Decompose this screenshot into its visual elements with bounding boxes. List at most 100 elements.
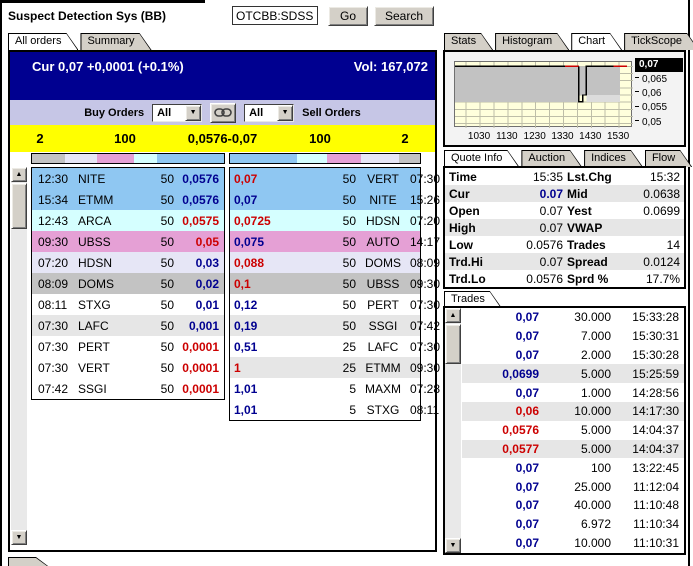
sell-order-row[interactable]: 0,150UBSS09:30 [230,273,420,294]
scrollbar-thumb[interactable] [445,324,461,364]
trade-row[interactable]: 0,0610.00014:17:30 [462,402,684,421]
depth-band-segment-pink [97,154,133,163]
order-size: 50 [130,277,174,291]
buy-order-row[interactable]: 08:09DOMS500,02 [32,273,224,294]
buy-order-row[interactable]: 12:30NITE500,0576 [32,168,224,189]
trade-row[interactable]: 0,0710013:22:45 [462,458,684,477]
tab-label: Quote Info [451,152,502,164]
sell-order-row[interactable]: 125ETMM09:30 [230,357,420,378]
tick-text: 0,05 [642,117,661,128]
tab-quote-info[interactable]: Quote Info [444,150,519,167]
trade-time: 15:30:31 [611,329,679,343]
symbol-input[interactable] [232,6,318,25]
buy-order-row[interactable]: 15:34ETMM500,0576 [32,189,224,210]
buy-order-row[interactable]: 07:20HDSN500,03 [32,252,224,273]
trade-row[interactable]: 0,0730.00015:33:28 [462,308,684,327]
tab-label: TickScope [631,35,682,47]
sell-order-row[interactable]: 1,015STXG08:11 [230,399,420,420]
trade-size: 100 [539,461,611,475]
go-button[interactable]: Go [328,6,368,26]
buy-order-row[interactable]: 07:42SSGI500,0001 [32,378,224,399]
sell-order-row[interactable]: 0,5125LAFC07:30 [230,336,420,357]
quote-label: Yest [563,204,625,218]
order-size: 50 [130,256,174,270]
buy-order-row[interactable]: 07:30LAFC500,001 [32,315,224,336]
trade-row[interactable]: 0,06995.00015:25:59 [462,364,684,383]
tab-summary[interactable]: Summary [80,33,151,50]
link-filters-button[interactable] [210,103,236,123]
tab-flow[interactable]: Flow [645,150,692,167]
trade-time: 11:12:04 [611,480,679,494]
trade-size: 2.000 [539,348,611,362]
order-size: 50 [294,193,356,207]
order-size: 50 [130,235,174,249]
sell-order-row[interactable]: 1,015MAXM07:28 [230,378,420,399]
order-time: 09:30 [410,361,440,375]
tab-chart[interactable]: Chart [571,33,622,50]
order-time: 12:30 [38,172,78,186]
scroll-up-icon[interactable]: ▲ [445,308,461,323]
buy-order-row[interactable]: 07:30VERT500,0001 [32,357,224,378]
sell-order-row[interactable]: 0,1950SSGI07:42 [230,315,420,336]
sell-order-row[interactable]: 0,08850DOMS08:09 [230,252,420,273]
orderbook-tabs: All orders Summary [8,33,152,50]
buy-filter-select[interactable]: All ▼ [152,104,202,122]
tab-histogram[interactable]: Histogram [495,33,569,50]
order-size: 50 [130,361,174,375]
trade-row[interactable]: 0,076.97211:10:34 [462,515,684,534]
trade-row[interactable]: 0,072.00015:30:28 [462,346,684,365]
tab-tickscope[interactable]: TickScope [624,33,693,50]
buy-order-row[interactable]: 12:43ARCA500,0575 [32,210,224,231]
scroll-down-icon[interactable]: ▼ [445,538,461,553]
order-time: 15:34 [38,193,78,207]
quote-value: 14 [625,238,680,252]
sell-order-row[interactable]: 0,1250PERT07:30 [230,294,420,315]
quote-label: Trd.Hi [449,255,499,269]
depth-band-segment-lavender [65,154,98,163]
trade-row[interactable]: 0,077.00015:30:31 [462,327,684,346]
sell-order-row[interactable]: 0,072550HDSN07:20 [230,210,420,231]
dropdown-arrow-icon[interactable]: ▼ [277,105,293,121]
order-size: 50 [294,172,356,186]
current-price-change: Cur 0,07 +0,0001 (+0.1%) [32,59,184,100]
sell-order-row[interactable]: 0,07550AUTO14:17 [230,231,420,252]
tab-all-orders[interactable]: All orders [8,33,78,50]
sell-filter-select[interactable]: All ▼ [244,104,294,122]
tab-indices[interactable]: Indices [584,150,643,167]
scrollbar-thumb[interactable] [11,183,27,229]
tick-text: 0,065 [642,74,667,85]
trade-time: 14:04:37 [611,442,679,456]
orderbook-scrollbar[interactable]: ▲ ▼ [11,167,27,545]
tick-text: 0,055 [642,102,667,113]
trade-row[interactable]: 0,0725.00011:12:04 [462,477,684,496]
dropdown-arrow-icon[interactable]: ▼ [185,105,201,121]
scroll-up-icon[interactable]: ▲ [11,167,27,182]
trade-row[interactable]: 0,05765.00014:04:37 [462,421,684,440]
trade-row[interactable]: 0,071.00014:28:56 [462,383,684,402]
buy-order-row[interactable]: 07:30PERT500,0001 [32,336,224,357]
trade-row[interactable]: 0,05775.00014:04:37 [462,440,684,459]
tick-dash [635,91,639,92]
search-button[interactable]: Search [374,6,434,26]
sell-order-row[interactable]: 0,0750NITE15:26 [230,189,420,210]
market-maker: ETMM [78,193,130,207]
sell-order-row[interactable]: 0,0750VERT07:30 [230,168,420,189]
scroll-down-icon[interactable]: ▼ [11,530,27,545]
trade-price: 0,07 [467,498,539,512]
order-size: 50 [294,214,356,228]
tab-auction[interactable]: Auction [521,150,582,167]
depth-band-segment-gray [399,154,420,163]
bottom-partial-tab[interactable] [8,557,48,566]
order-size: 50 [130,172,174,186]
tab-label: All orders [15,35,61,47]
trades-scrollbar[interactable]: ▲ ▼ [445,308,461,553]
x-axis-tick-label: 1030 [465,131,493,142]
trade-row[interactable]: 0,0740.00011:10:48 [462,496,684,515]
bid-size: 100 [70,131,180,146]
trade-price: 0,07 [467,536,539,550]
tab-stats[interactable]: Stats [444,33,493,50]
buy-order-row[interactable]: 08:11STXG500,01 [32,294,224,315]
market-maker: DOMS [356,256,410,270]
buy-order-row[interactable]: 09:30UBSS500,05 [32,231,224,252]
trade-row[interactable]: 0,0710.00011:10:31 [462,534,684,553]
